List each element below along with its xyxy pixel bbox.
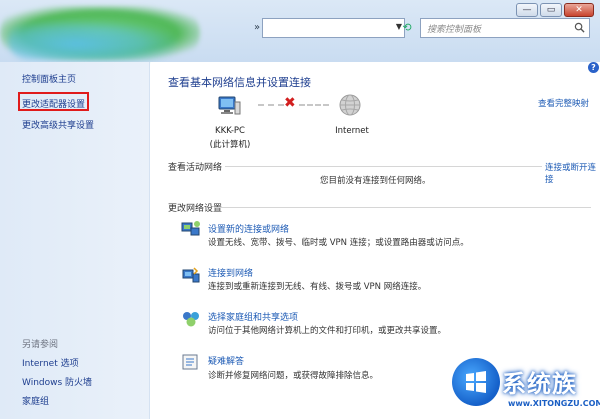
section-divider: [214, 207, 591, 208]
homegroup-icon: [183, 312, 199, 327]
computer-name: KKK-PC: [215, 126, 245, 136]
maximize-button[interactable]: ▭: [540, 3, 562, 17]
address-chevron-icon[interactable]: »: [254, 22, 260, 33]
connect-disconnect-link[interactable]: 连接或断开连接: [545, 161, 600, 185]
refresh-icon[interactable]: ⟲: [398, 19, 416, 37]
connection-line: [299, 104, 329, 106]
sidebar-item-homegroup[interactable]: 家庭组: [22, 394, 49, 407]
task-homegroup[interactable]: 选择家庭组和共享选项: [208, 310, 298, 323]
computer-subtitle: (此计算机): [209, 140, 251, 150]
window-controls: — ▭ ✕: [516, 3, 594, 17]
window-titlebar: — ▭ ✕ » ▼ ⟲ 搜索控制面板: [0, 0, 600, 62]
task-connect-network[interactable]: 连接到网络: [208, 266, 253, 279]
task-troubleshoot-desc: 诊断并修复网络问题，或获得故障排除信息。: [208, 371, 379, 381]
connection-line: [258, 104, 284, 106]
task-setup-connection[interactable]: 设置新的连接或网络: [208, 222, 289, 235]
connect-network-icon: [182, 267, 200, 283]
highlight-box: [18, 92, 89, 111]
minimize-button[interactable]: —: [516, 3, 538, 17]
task-setup-connection-desc: 设置无线、宽带、拨号、临时或 VPN 连接；或设置路由器或访问点。: [208, 238, 469, 248]
search-input[interactable]: 搜索控制面板: [420, 18, 590, 38]
close-button[interactable]: ✕: [564, 3, 594, 17]
blurred-region-overlay: [8, 20, 178, 60]
sidebar-item-advanced-sharing[interactable]: 更改高级共享设置: [22, 118, 94, 131]
task-connect-network-desc: 连接到或重新连接到无线、有线、拨号或 VPN 网络连接。: [208, 282, 427, 292]
page-title: 查看基本网络信息并设置连接: [168, 76, 311, 89]
internet-label: Internet: [335, 126, 369, 136]
internet-globe-icon: [339, 94, 361, 116]
watermark-name: 系统族: [502, 370, 577, 398]
address-bar[interactable]: ▼: [262, 18, 405, 38]
disconnected-icon: ✖: [284, 95, 296, 111]
sidebar-item-firewall[interactable]: Windows 防火墙: [22, 375, 92, 388]
watermark-url: www.XITONGZU.COM: [508, 399, 600, 408]
watermark: 系统族 www.XITONGZU.COM: [452, 358, 600, 419]
windows-logo-icon: [452, 358, 500, 406]
network-setup-icon: [181, 221, 200, 236]
help-icon[interactable]: ?: [588, 62, 599, 73]
section-divider: [225, 166, 542, 167]
search-icon[interactable]: [574, 22, 585, 33]
search-placeholder: 搜索控制面板: [427, 25, 482, 35]
troubleshoot-icon: [182, 354, 198, 370]
not-connected-message: 您目前没有连接到任何网络。: [320, 176, 431, 186]
full-map-link[interactable]: 查看完整映射: [538, 97, 589, 109]
see-also-heading: 另请参阅: [22, 340, 59, 350]
sidebar-item-home[interactable]: 控制面板主页: [22, 72, 76, 85]
task-homegroup-desc: 访问位于其他网络计算机上的文件和打印机，或更改共享设置。: [208, 326, 447, 336]
computer-icon: [218, 96, 241, 115]
sidebar-item-internet-options[interactable]: Internet 选项: [22, 356, 79, 369]
active-networks-heading: 查看活动网络: [168, 163, 223, 173]
task-troubleshoot[interactable]: 疑难解答: [208, 354, 244, 367]
